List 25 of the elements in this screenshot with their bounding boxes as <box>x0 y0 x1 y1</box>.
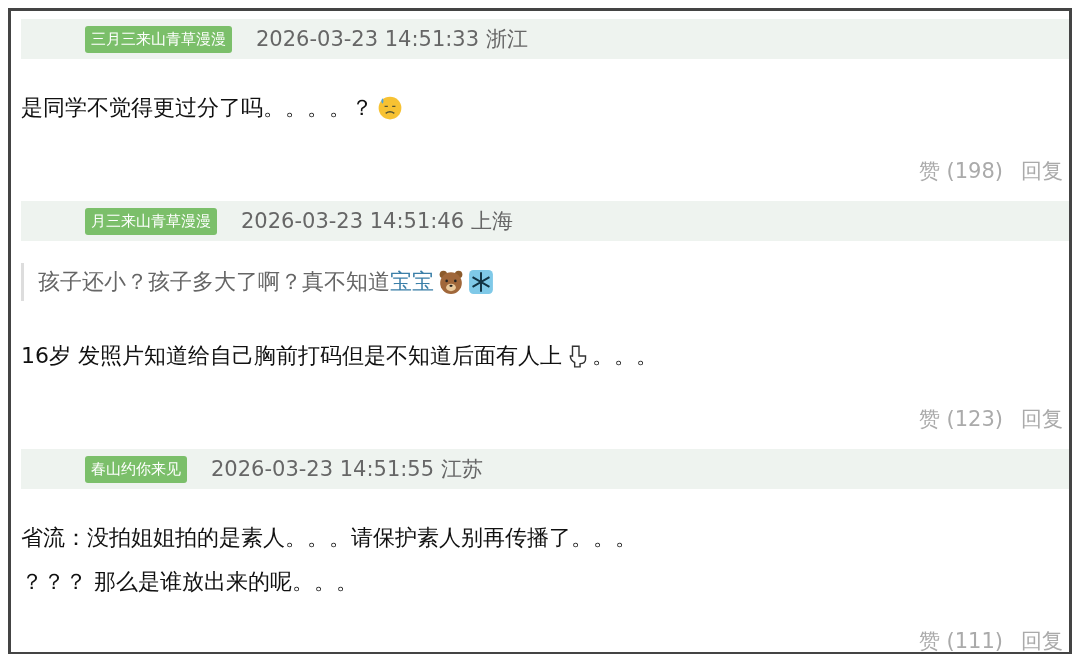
comment-location: 上海 <box>470 209 513 233</box>
comment-text: 。。。 <box>592 342 658 370</box>
topic-link[interactable]: 宝宝 <box>390 267 434 297</box>
quote-text: 孩子还小？孩子多大了啊？真不知道 <box>38 268 390 296</box>
comment-text: 省流：没拍姐姐拍的是素人。。。请保护素人别再传播了。。。 <box>21 524 637 552</box>
reply-button[interactable]: 回复 <box>1021 405 1063 433</box>
comment-time: 2026-03-23 14:51:46 上海 <box>241 208 513 235</box>
reply-button[interactable]: 回复 <box>1021 157 1063 185</box>
comment-location: 江苏 <box>440 457 483 481</box>
comment-text: 16岁 发照片知道给自己胸前打码但是不知道后面有人上 <box>21 342 562 370</box>
comment-time: 2026-03-23 14:51:55 江苏 <box>211 456 483 483</box>
reply-button[interactable]: 回复 <box>1021 627 1063 652</box>
comment-text: 是同学不觉得更过分了吗。。。。？ <box>21 94 373 122</box>
sweat-face-icon <box>377 95 403 121</box>
user-badge: 春山约你来见 <box>85 455 187 483</box>
like-button[interactable]: 赞 (111) <box>918 627 1003 652</box>
comment-location: 浙江 <box>485 27 528 51</box>
like-button[interactable]: 赞 (123) <box>918 405 1003 433</box>
user-badge: 三月三来山青草漫漫 <box>85 25 232 53</box>
comment-text: ？？？ 那么是谁放出来的呢。。。 <box>21 568 358 596</box>
comment-time: 2026-03-23 14:51:33 浙江 <box>256 26 528 53</box>
bear-icon <box>438 269 464 295</box>
user-badge: 月三来山青草漫漫 <box>85 207 217 235</box>
like-button[interactable]: 赞 (198) <box>918 157 1003 185</box>
snowflake-icon <box>468 269 494 295</box>
